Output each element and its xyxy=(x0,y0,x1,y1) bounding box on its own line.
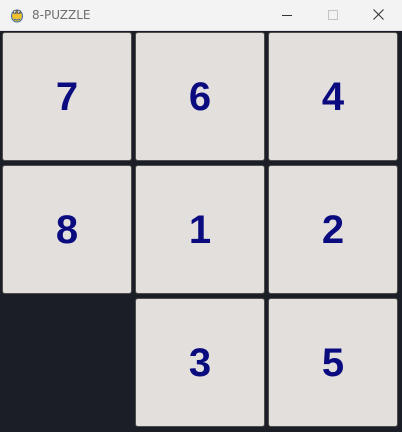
tile-number: 8 xyxy=(55,207,79,252)
close-button[interactable] xyxy=(356,0,402,30)
minimize-icon xyxy=(282,15,292,16)
puzzle-tile[interactable]: 7 xyxy=(2,32,132,161)
title-bar[interactable]: 8-PUZZLE xyxy=(0,0,402,31)
puzzle-tile[interactable]: 6 xyxy=(135,32,265,161)
puzzle-tile[interactable]: 5 xyxy=(268,298,398,427)
tile-number: 4 xyxy=(321,74,345,119)
tile-number: 5 xyxy=(321,340,345,385)
puzzle-tile[interactable]: 4 xyxy=(268,32,398,161)
minimize-button[interactable] xyxy=(264,0,310,30)
puzzle-tile[interactable]: 8 xyxy=(2,165,132,294)
tile-number: 6 xyxy=(188,74,212,119)
pygame-snake-icon xyxy=(9,7,25,23)
puzzle-tile[interactable]: 3 xyxy=(135,298,265,427)
tile-number: 3 xyxy=(188,340,212,385)
puzzle-tile[interactable]: 1 xyxy=(135,165,265,294)
tile-number: 7 xyxy=(55,74,79,119)
puzzle-tile[interactable]: 2 xyxy=(268,165,398,294)
game-window: 8-PUZZLE 7 6 4 8 1 2 3 5 xyxy=(0,0,402,432)
empty-space xyxy=(2,298,132,427)
maximize-button[interactable] xyxy=(310,0,356,30)
maximize-icon xyxy=(328,10,338,20)
window-title: 8-PUZZLE xyxy=(32,8,91,22)
puzzle-board: 7 6 4 8 1 2 3 5 xyxy=(0,31,402,432)
tile-number: 1 xyxy=(188,207,212,252)
tile-number: 2 xyxy=(321,207,345,252)
close-icon xyxy=(373,9,384,20)
